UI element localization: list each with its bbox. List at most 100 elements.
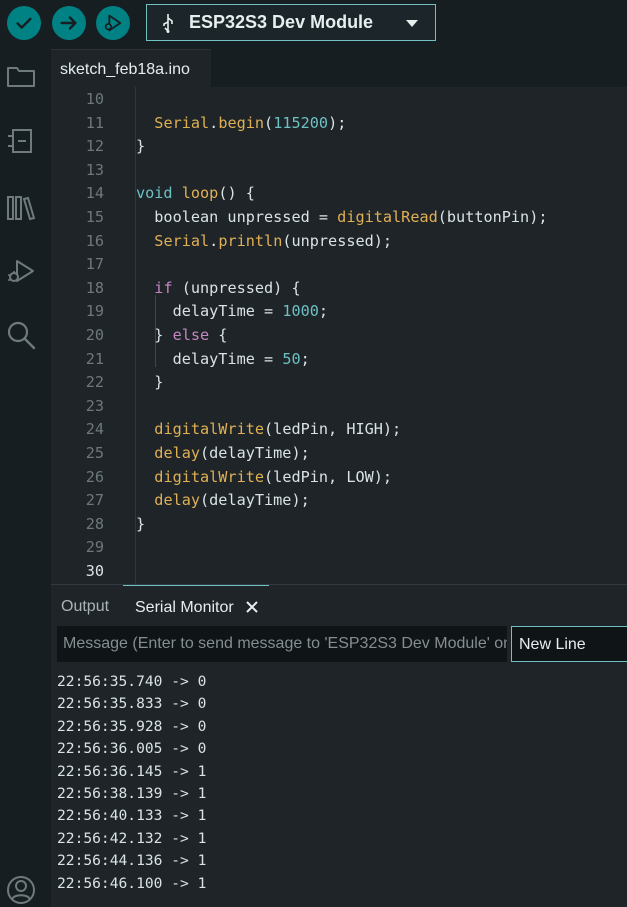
code-text: digitalWrite(ledPin, LOW); (136, 465, 392, 489)
serial-line: 22:56:35.833 -> 0 (57, 695, 207, 713)
code-text: } (136, 370, 163, 394)
folder-icon[interactable] (5, 60, 37, 92)
code-line[interactable]: 12} (51, 134, 627, 158)
code-line[interactable]: 21 delayTime = 50; (51, 347, 627, 371)
code-line[interactable]: 18 if (unpressed) { (51, 276, 627, 300)
code-line[interactable]: 25 delay(delayTime); (51, 441, 627, 465)
sidebar (0, 47, 51, 907)
bottom-panel: Output Serial Monitor New Line 22:56:35.… (51, 584, 627, 907)
tab-serial-monitor[interactable]: Serial Monitor (123, 585, 269, 625)
toolbar: ESP32S3 Dev Module (0, 0, 627, 47)
code-token: delay (154, 491, 201, 510)
tab-sketch-file[interactable]: sketch_feb18a.ino (51, 49, 211, 87)
code-token: begin (218, 113, 265, 132)
debug-play-icon (104, 14, 122, 32)
line-number: 14 (85, 184, 104, 203)
board-selector[interactable]: ESP32S3 Dev Module (146, 4, 436, 41)
code-token: ); (328, 113, 347, 132)
serial-line: 22:56:35.740 -> 0 (57, 673, 207, 690)
code-token: (delayTime); (200, 491, 310, 510)
code-text: Serial.begin(115200); (136, 111, 346, 135)
code-text: Serial.println(unpressed); (136, 229, 392, 253)
line-number: 19 (85, 302, 104, 321)
board-manager-icon[interactable] (5, 125, 37, 157)
code-line[interactable]: 15 boolean unpressed = digitalRead(butto… (51, 205, 627, 229)
code-line[interactable]: 26 digitalWrite(ledPin, LOW); (51, 465, 627, 489)
tab-output-label: Output (61, 598, 110, 615)
code-token: { (209, 326, 228, 344)
account-icon[interactable] (5, 874, 37, 906)
serial-line: 22:56:38.139 -> 1 (57, 785, 207, 802)
code-token: digitalWrite (154, 467, 265, 486)
code-text: delayTime = 50; (136, 347, 310, 371)
code-line[interactable]: 10 (51, 87, 627, 111)
code-line[interactable]: 14 void loop() { (51, 181, 627, 205)
debug-icon[interactable] (5, 255, 37, 287)
line-number: 26 (85, 467, 104, 486)
tab-label: sketch_feb18a.ino (60, 61, 190, 78)
line-number: 11 (85, 113, 104, 132)
line-number: 25 (85, 444, 104, 462)
board-name: ESP32S3 Dev Module (189, 12, 374, 32)
line-number: 16 (85, 231, 104, 250)
tab-output[interactable]: Output (51, 585, 121, 625)
code-line[interactable]: 27 delay(delayTime); (51, 488, 627, 512)
upload-button[interactable] (52, 6, 86, 40)
code-token: 1000 (282, 302, 319, 321)
debug-button[interactable] (96, 6, 130, 40)
code-text: delay(delayTime); (136, 488, 310, 512)
chevron-down-icon (406, 20, 418, 27)
code-token: . (209, 113, 219, 132)
code-editor[interactable]: 10 11 Serial.begin(115200); 12} 13 14 void lo… (51, 87, 627, 584)
close-icon[interactable] (245, 600, 259, 614)
code-token: ( (264, 113, 274, 132)
line-number: 20 (85, 326, 104, 344)
code-token: (buttonPin); (437, 208, 548, 226)
line-number: 29 (85, 538, 104, 557)
code-token: (ledPin, HIGH); (264, 420, 402, 439)
line-number: 22 (85, 373, 104, 392)
code-line[interactable]: 28} (51, 512, 627, 536)
code-token: boolean unpressed = (136, 208, 338, 226)
code-line[interactable]: 16 Serial.println(unpressed); (51, 229, 627, 253)
verify-button[interactable] (7, 6, 41, 40)
code-token: . (209, 231, 219, 250)
code-line[interactable]: 19 delayTime = 1000; (51, 299, 627, 323)
code-line[interactable]: 22 } (51, 370, 627, 394)
serial-line: 22:56:44.136 -> 1 (57, 852, 207, 870)
code-token: (unpressed); (282, 231, 393, 250)
code-line[interactable]: 13 (51, 158, 627, 182)
code-token: } (136, 514, 146, 533)
code-token: else (172, 326, 210, 344)
code-line[interactable]: 11 Serial.begin(115200); (51, 111, 627, 135)
code-token: delayTime = (136, 302, 283, 321)
line-number: 12 (85, 137, 104, 156)
code-text: delay(delayTime); (136, 441, 309, 465)
line-number: 24 (85, 420, 104, 439)
library-icon[interactable] (5, 192, 37, 224)
code-text: } (136, 134, 145, 158)
search-icon[interactable] (5, 319, 37, 351)
code-line[interactable]: 30 (51, 559, 627, 583)
serial-message-input[interactable] (57, 626, 507, 662)
code-token: if (154, 278, 173, 297)
code-line[interactable]: 23 (51, 394, 627, 418)
code-line[interactable]: 17 (51, 252, 627, 276)
code-token: loop (181, 184, 219, 203)
code-text: delayTime = 1000; (136, 299, 328, 323)
code-line[interactable]: 20 } else { (51, 323, 627, 347)
code-token: } (136, 373, 164, 392)
code-text: } (136, 512, 145, 536)
line-ending-select[interactable]: New Line (511, 626, 627, 662)
editor-tabbar: sketch_feb18a.ino (51, 47, 627, 87)
code-token: 50 (282, 349, 301, 368)
code-line[interactable]: 24 digitalWrite(ledPin, HIGH); (51, 417, 627, 441)
serial-line: 22:56:42.132 -> 1 (57, 829, 207, 847)
code-line[interactable]: 29 (51, 535, 627, 559)
arrow-right-icon (60, 16, 77, 30)
code-text: void loop() { (136, 181, 255, 205)
